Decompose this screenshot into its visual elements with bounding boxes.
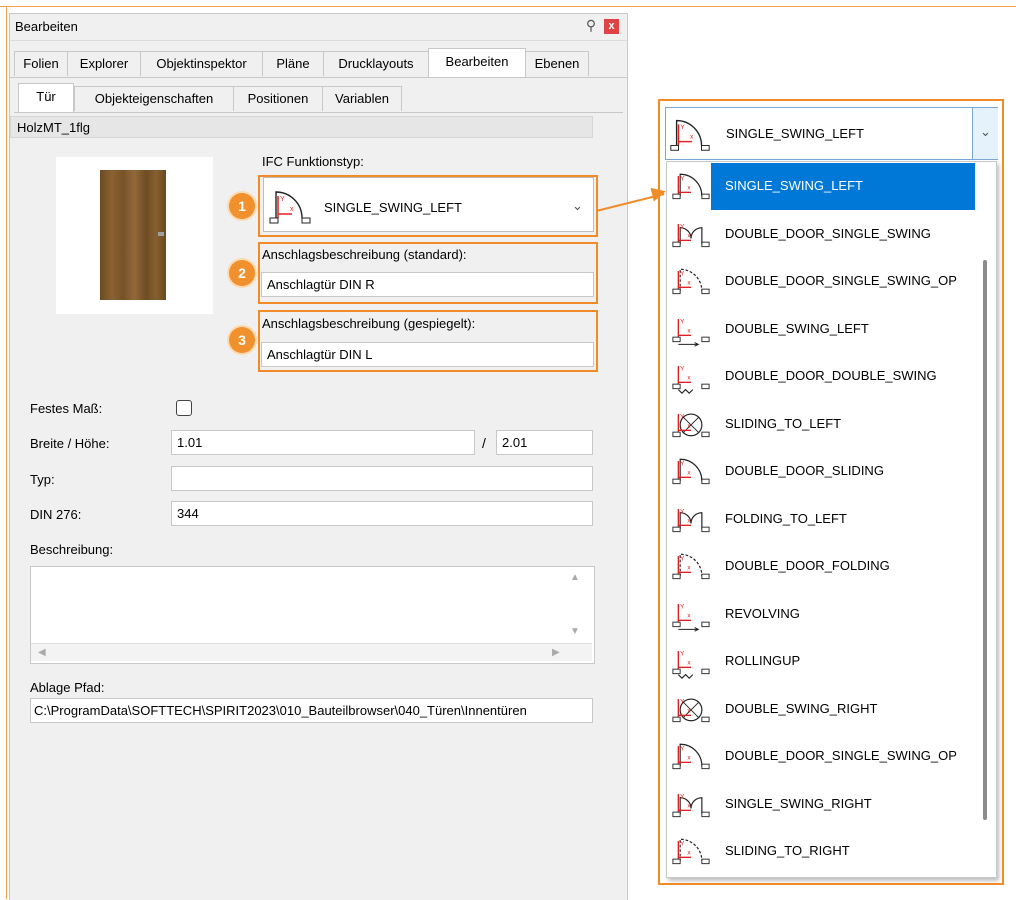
- beschreibung-label: Beschreibung:: [30, 542, 114, 557]
- highlight-box-1: [258, 175, 598, 237]
- badge-2: 2: [229, 260, 255, 286]
- tab-bearbeiten[interactable]: Bearbeiten: [428, 48, 526, 77]
- anschlag-standard-input[interactable]: Anschlagtür DIN R: [261, 272, 594, 297]
- breite-input[interactable]: 1.01: [171, 430, 475, 455]
- sub-tabs: Tür Objekteigenschaften Positionen Varia…: [14, 83, 623, 113]
- typ-label: Typ:: [30, 472, 55, 487]
- main-tabs: Folien Explorer Objektinspektor Pläne Dr…: [10, 48, 627, 78]
- tab-objekteigenschaften[interactable]: Objekteigenschaften: [74, 86, 234, 111]
- size-separator: /: [482, 435, 486, 451]
- tab-ebenen[interactable]: Ebenen: [525, 51, 589, 76]
- ablage-path-input[interactable]: C:\ProgramData\SOFTTECH\SPIRIT2023\010_B…: [30, 698, 593, 723]
- door-handle: [158, 232, 164, 236]
- scroll-up-icon[interactable]: ▲: [570, 572, 580, 583]
- object-name: HolzMT_1flg: [10, 116, 593, 138]
- horizontal-scrollbar[interactable]: [31, 643, 592, 661]
- festes-mass-checkbox[interactable]: [176, 400, 192, 416]
- tab-explorer[interactable]: Explorer: [67, 51, 141, 76]
- breite-hoehe-label: Breite / Höhe:: [30, 436, 110, 451]
- tab-objektinspektor[interactable]: Objektinspektor: [140, 51, 263, 76]
- panel-titlebar: Bearbeiten ⚲ x: [10, 14, 627, 41]
- scroll-down-icon[interactable]: ▼: [570, 626, 580, 637]
- callout-frame-top: [0, 6, 1016, 7]
- anschlag-standard-label: Anschlagsbeschreibung (standard):: [262, 247, 467, 262]
- ablage-label: Ablage Pfad:: [30, 680, 105, 695]
- tab-folien[interactable]: Folien: [14, 51, 68, 76]
- tab-tuer[interactable]: Tür: [18, 83, 74, 112]
- din276-label: DIN 276:: [30, 507, 82, 522]
- scroll-left-icon[interactable]: ◀: [38, 647, 46, 658]
- din276-input[interactable]: 344: [171, 501, 593, 526]
- badge-1: 1: [229, 193, 255, 219]
- pin-icon[interactable]: ⚲: [583, 17, 599, 35]
- door-image: [100, 170, 166, 300]
- anschlag-mirrored-label: Anschlagsbeschreibung (gespiegelt):: [262, 316, 476, 331]
- tab-drucklayouts[interactable]: Drucklayouts: [323, 51, 429, 76]
- typ-input[interactable]: [171, 466, 593, 491]
- festes-mass-label: Festes Maß:: [30, 401, 103, 416]
- hoehe-input[interactable]: 2.01: [496, 430, 593, 455]
- anschlag-mirrored-input[interactable]: Anschlagtür DIN L: [261, 342, 594, 367]
- callout-frame-left: [6, 6, 7, 899]
- badge-3: 3: [229, 327, 255, 353]
- ifc-label: IFC Funktionstyp:: [262, 154, 364, 169]
- panel-title: Bearbeiten: [15, 19, 78, 34]
- highlight-box-dropdown: [658, 99, 1004, 885]
- tab-plaene[interactable]: Pläne: [262, 51, 324, 76]
- close-icon[interactable]: x: [604, 19, 619, 34]
- tab-variablen[interactable]: Variablen: [322, 86, 402, 111]
- scroll-right-icon[interactable]: ▶: [552, 647, 560, 658]
- tab-positionen[interactable]: Positionen: [233, 86, 323, 111]
- edit-panel: Bearbeiten ⚲ x Folien Explorer Objektins…: [9, 13, 628, 900]
